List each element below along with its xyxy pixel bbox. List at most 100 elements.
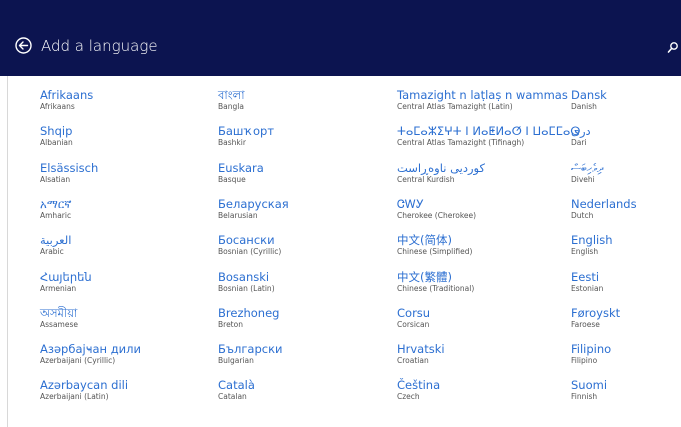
language-item[interactable]: Hrvatski Croatian [397,342,445,366]
language-native-name: বাংলা [218,88,245,102]
language-english-name: Chinese (Simplified) [397,247,473,256]
language-item[interactable]: Filipino Filipino [571,342,611,366]
language-native-name: Afrikaans [40,88,94,102]
language-english-name: Bulgarian [218,356,254,365]
language-english-name: Estonian [571,284,604,293]
language-item[interactable]: Bosanski Bosnian (Latin) [218,270,275,294]
language-english-name: Amharic [40,211,72,220]
language-item[interactable]: Elsässisch Alsatian [40,161,98,185]
language-native-name: 中文(简体) [397,233,452,247]
language-item[interactable]: Eesti Estonian [571,270,603,294]
language-native-name: العربية [40,233,72,247]
language-item[interactable]: অসমীয়া Assamese [40,306,78,330]
language-item[interactable]: Azərbaycan dili Azerbaijani (Latin) [40,378,128,402]
language-english-name: Dutch [571,211,594,220]
language-item[interactable]: አማርኛ Amharic [40,197,72,221]
language-native-name: Elsässisch [40,161,99,175]
language-english-name: Belarusian [218,211,258,220]
language-native-name: Suomi [571,378,608,392]
language-native-name: Corsu [397,306,431,320]
language-item[interactable]: Shqip Albanian [40,124,73,148]
language-native-name: ᏣᎳᎩ [397,197,424,211]
language-english-name: Finnish [571,392,598,401]
language-english-name: Bosnian (Cyrillic) [218,247,282,256]
language-native-name: Azərbaycan dili [40,378,129,392]
language-item[interactable]: Tamazight n laṭlaṣ n wammas Central Atlas… [397,88,568,112]
language-item[interactable]: دری Dari [571,124,591,148]
language-english-name: Arabic [40,247,64,256]
language-english-name: Dari [571,138,587,147]
language-native-name: অসমীয়া [40,306,78,320]
language-native-name: Català [218,378,255,392]
language-native-name: Башҡорт [218,124,275,138]
language-native-name: English [571,233,613,247]
language-english-name: Bangla [218,102,244,111]
language-english-name: Armenian [40,284,77,293]
language-item[interactable]: বাংলা Bangla [218,88,245,112]
language-item[interactable]: 中文(简体) Chinese (Simplified) [397,233,472,257]
language-english-name: Albanian [40,138,73,147]
language-english-name: Assamese [40,320,78,329]
language-english-name: Central Kurdish [397,175,455,184]
language-native-name: አማርኛ [40,197,72,211]
language-item[interactable]: Босански Bosnian (Cyrillic) [218,233,281,257]
language-native-name: Հայերեն [40,270,92,284]
language-english-name: Bashkir [218,138,246,147]
language-item[interactable]: English English [571,233,613,257]
language-item[interactable]: العربية Arabic [40,233,71,257]
language-english-name: Central Atlas Tamazight (Tifinagh) [397,138,525,147]
language-native-name: Čeština [397,378,441,392]
language-item[interactable]: Afrikaans Afrikaans [40,88,93,112]
language-native-name: ⵜⴰⵎⴰⵣⵉⵖⵜ ⵏ ⵍⴰⵟⵍⴰⵚ ⵏ ⵡⴰⵎⵎⴰⵙ [397,124,581,138]
language-english-name: Azerbaijani (Latin) [40,392,109,401]
language-item[interactable]: Euskara Basque [218,161,264,185]
language-native-name: Азәрбајҹан дили [40,342,141,356]
language-english-name: Afrikaans [40,102,75,111]
language-english-name: Central Atlas Tamazight (Latin) [397,102,513,111]
language-native-name: Eesti [571,270,600,284]
language-item[interactable]: Български Bulgarian [218,342,283,366]
language-native-name: Bosanski [218,270,270,284]
language-english-name: Azerbaijani (Cyrillic) [40,356,116,365]
language-english-name: Basque [218,175,246,184]
language-native-name: 中文(繁體) [397,270,452,284]
language-item[interactable]: Čeština Czech [397,378,440,402]
language-english-name: English [571,247,599,256]
language-item[interactable]: Føroyskt Faroese [571,306,620,330]
language-native-name: Føroyskt [571,306,621,320]
language-item[interactable]: Català Catalan [218,378,255,402]
language-english-name: Corsican [397,320,430,329]
language-english-name: Divehi [571,175,595,184]
language-item[interactable]: کوردیی ناوەڕاست Central Kurdish [397,161,485,185]
language-item[interactable]: ދިވެހިބަސް Divehi [571,161,603,185]
language-english-name: Alsatian [40,175,71,184]
language-item[interactable]: 中文(繁體) Chinese (Traditional) [397,270,474,294]
language-item[interactable]: ⵜⴰⵎⴰⵣⵉⵖⵜ ⵏ ⵍⴰⵟⵍⴰⵚ ⵏ ⵡⴰⵎⵎⴰⵙ Central Atlas … [397,124,580,148]
language-item[interactable]: Азәрбајҹан дили Azerbaijani (Cyrillic) [40,342,141,366]
language-native-name: کوردیی ناوەڕاست [397,161,485,175]
language-english-name: Cherokee (Cherokee) [397,211,477,220]
language-english-name: Danish [571,102,597,111]
language-english-name: Chinese (Traditional) [397,284,475,293]
language-item[interactable]: Nederlands Dutch [571,197,637,221]
language-item[interactable]: Беларуская Belarusian [218,197,289,221]
language-item[interactable]: Brezhoneg Breton [218,306,279,330]
language-item[interactable]: Suomi Finnish [571,378,607,402]
language-native-name: Filipino [571,342,612,356]
language-item[interactable]: Corsu Corsican [397,306,430,330]
language-english-name: Croatian [397,356,429,365]
language-native-name: Беларуская [218,197,289,211]
language-native-name: Български [218,342,283,356]
language-english-name: Czech [397,392,420,401]
language-native-name: Brezhoneg [218,306,280,320]
language-item[interactable]: Башҡорт Bashkir [218,124,274,148]
language-english-name: Faroese [571,320,600,329]
language-native-name: Босански [218,233,275,247]
language-item[interactable]: Dansk Danish [571,88,607,112]
language-native-name: ދިވެހިބަސް [571,161,604,175]
language-english-name: Bosnian (Latin) [218,284,275,293]
language-item[interactable]: Հայերեն Armenian [40,270,92,294]
language-item[interactable]: ᏣᎳᎩ Cherokee (Cherokee) [397,197,476,221]
language-grid: Afrikaans Afrikaans Shqip Albanian Elsässisc… [0,0,681,427]
language-native-name: Shqip [40,124,73,138]
